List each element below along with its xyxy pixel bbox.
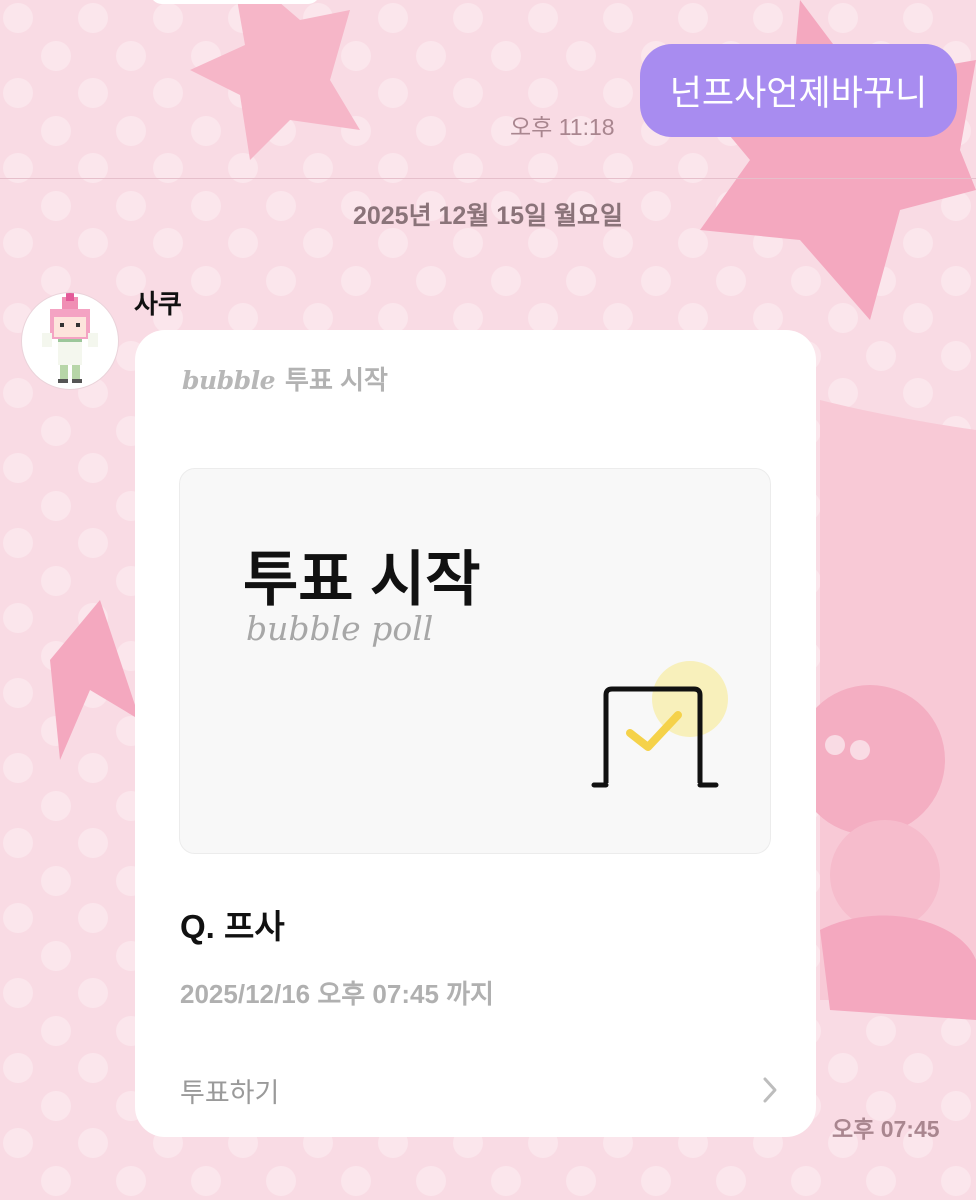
sent-message-text: 넌프사언제바꾸니 [669, 74, 928, 113]
date-divider: 2025년 12월 15일 월요일 [352, 202, 624, 230]
sent-message-time: 오후 11:18 [510, 114, 615, 140]
vote-button[interactable]: 투표하기 [180, 1060, 780, 1120]
previous-bubble-fragment [150, 0, 320, 4]
poll-question: Q. 프사 [180, 908, 285, 945]
date-divider-line [0, 178, 976, 179]
poll-card-header: bubble 투표 시작 [182, 360, 388, 397]
sent-message-bubble[interactable]: 넌프사언제바꾸니 [640, 44, 957, 137]
poll-subtitle: bubble poll [246, 609, 434, 648]
poll-card[interactable]: bubble 투표 시작 투표 시작 bubble poll Q. 프사 202… [135, 330, 816, 1137]
poll-title: 투표 시작 [243, 546, 481, 613]
sender-name: 사쿠 [134, 289, 182, 319]
vote-button-label: 투표하기 [180, 1077, 280, 1108]
avatar[interactable] [21, 292, 119, 390]
poll-deadline: 2025/12/16 오후 07:45 까지 [180, 979, 494, 1009]
poll-banner: 투표 시작 bubble poll [179, 468, 771, 854]
chevron-right-icon [763, 1077, 777, 1103]
bubble-logo: bubble [182, 366, 276, 395]
poll-card-header-text: 투표 시작 [285, 365, 388, 395]
pixel-character-avatar [42, 293, 98, 383]
ballot-box-check-icon [591, 661, 728, 788]
poll-message-time: 오후 07:45 [832, 1116, 940, 1142]
